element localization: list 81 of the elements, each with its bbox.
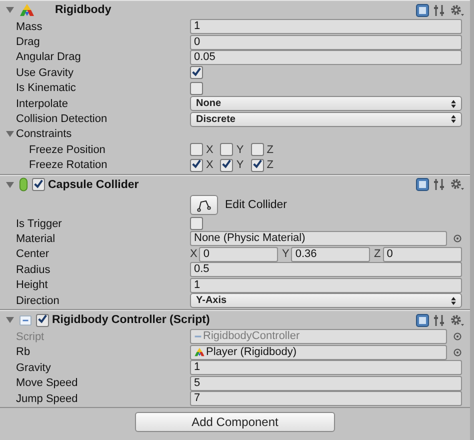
edit-collider-label: Edit Collider: [225, 198, 287, 211]
axis-label: Z: [374, 248, 381, 260]
checkbox[interactable]: [220, 143, 234, 156]
field-label: Center: [16, 248, 50, 260]
sliders-icon[interactable]: [433, 178, 446, 192]
settings-icon[interactable]: [450, 4, 464, 16]
foldout-arrow-icon[interactable]: [6, 316, 14, 324]
enable-checkbox[interactable]: [32, 178, 45, 192]
number-field[interactable]: 5: [190, 376, 462, 391]
checkbox[interactable]: [250, 143, 264, 156]
axis-label: X: [206, 144, 214, 156]
number-field[interactable]: 7: [190, 391, 462, 406]
dropdown-arrows-icon: [451, 296, 456, 305]
checkbox[interactable]: [190, 143, 203, 156]
axis-label: X: [206, 159, 214, 172]
checkbox[interactable]: [190, 158, 203, 172]
capsule-icon: [19, 177, 28, 192]
checkbox[interactable]: [190, 217, 203, 230]
axis-label: Y: [282, 248, 290, 260]
checkbox[interactable]: [250, 158, 264, 172]
number-field[interactable]: 0.05: [190, 50, 462, 65]
number-field[interactable]: 0: [382, 246, 462, 262]
field-label: Script: [16, 330, 44, 343]
number-field[interactable]: 1: [190, 278, 462, 293]
rigidbody-icon: [19, 3, 35, 17]
settings-icon[interactable]: [450, 314, 464, 327]
enable-checkbox[interactable]: [36, 314, 49, 327]
field-label: Freeze Position: [29, 144, 106, 156]
number-field[interactable]: 1: [190, 19, 462, 34]
edit-shape-icon: [197, 198, 211, 212]
object-picker-icon[interactable]: [453, 234, 462, 244]
field-label: Angular Drag: [16, 51, 81, 64]
add-component-button[interactable]: Add Component: [135, 412, 335, 432]
component-title: Rigidbody Controller (Script): [52, 314, 210, 326]
field-label: Drag: [16, 36, 40, 48]
dropdown[interactable]: None: [190, 96, 462, 112]
rigidbody-icon: [194, 347, 205, 358]
dropdown-arrows-icon: [451, 115, 456, 124]
checkbox[interactable]: [190, 66, 203, 80]
number-field[interactable]: 0: [199, 246, 278, 262]
field-label: Mass: [16, 20, 42, 33]
checkbox[interactable]: [220, 158, 234, 172]
number-field[interactable]: 0.36: [291, 246, 370, 262]
field-label: Radius: [16, 264, 50, 276]
field-label: Interpolate: [16, 98, 68, 110]
axis-label: Y: [236, 159, 244, 172]
foldout-arrow-icon[interactable]: [6, 180, 14, 189]
field-label: Is Trigger: [16, 218, 62, 230]
number-field[interactable]: 1: [190, 360, 462, 376]
dropdown-arrows-icon: [451, 100, 456, 108]
component-title: Capsule Collider: [48, 178, 139, 191]
component-title: Rigidbody: [55, 4, 112, 16]
foldout-label[interactable]: Constraints: [16, 128, 72, 140]
dropdown[interactable]: Discrete: [190, 112, 462, 127]
field-label: Gravity: [16, 362, 51, 374]
field-label: Use Gravity: [16, 66, 74, 79]
field-label: Rb: [16, 346, 30, 358]
field-label: Move Speed: [16, 377, 78, 390]
field-label: Height: [16, 279, 48, 292]
number-field[interactable]: 0: [190, 34, 462, 50]
sliders-icon[interactable]: [433, 4, 446, 16]
number-field[interactable]: 0.5: [190, 262, 462, 278]
object-field[interactable]: None (Physic Material): [190, 231, 447, 246]
field-label: Material: [16, 232, 56, 245]
field-label: Is Kinematic: [16, 82, 76, 94]
field-label: Direction: [16, 294, 60, 307]
field-label: Jump Speed: [16, 392, 78, 404]
axis-label: Y: [236, 144, 244, 156]
axis-label: Z: [266, 159, 274, 172]
settings-icon[interactable]: [450, 178, 464, 192]
field-label: Collision Detection: [16, 113, 108, 126]
dropdown[interactable]: Y-Axis: [190, 293, 462, 308]
edit-collider-button[interactable]: [190, 194, 218, 215]
object-field[interactable]: Player (Rigidbody): [190, 344, 447, 360]
foldout-arrow-icon[interactable]: [6, 6, 14, 14]
foldout-arrow-icon[interactable]: [6, 130, 14, 138]
checkbox[interactable]: [190, 82, 203, 95]
field-label: Freeze Rotation: [29, 159, 108, 172]
axis-label: Z: [266, 144, 274, 156]
sliders-icon[interactable]: [433, 314, 446, 327]
axis-label: X: [190, 248, 198, 260]
